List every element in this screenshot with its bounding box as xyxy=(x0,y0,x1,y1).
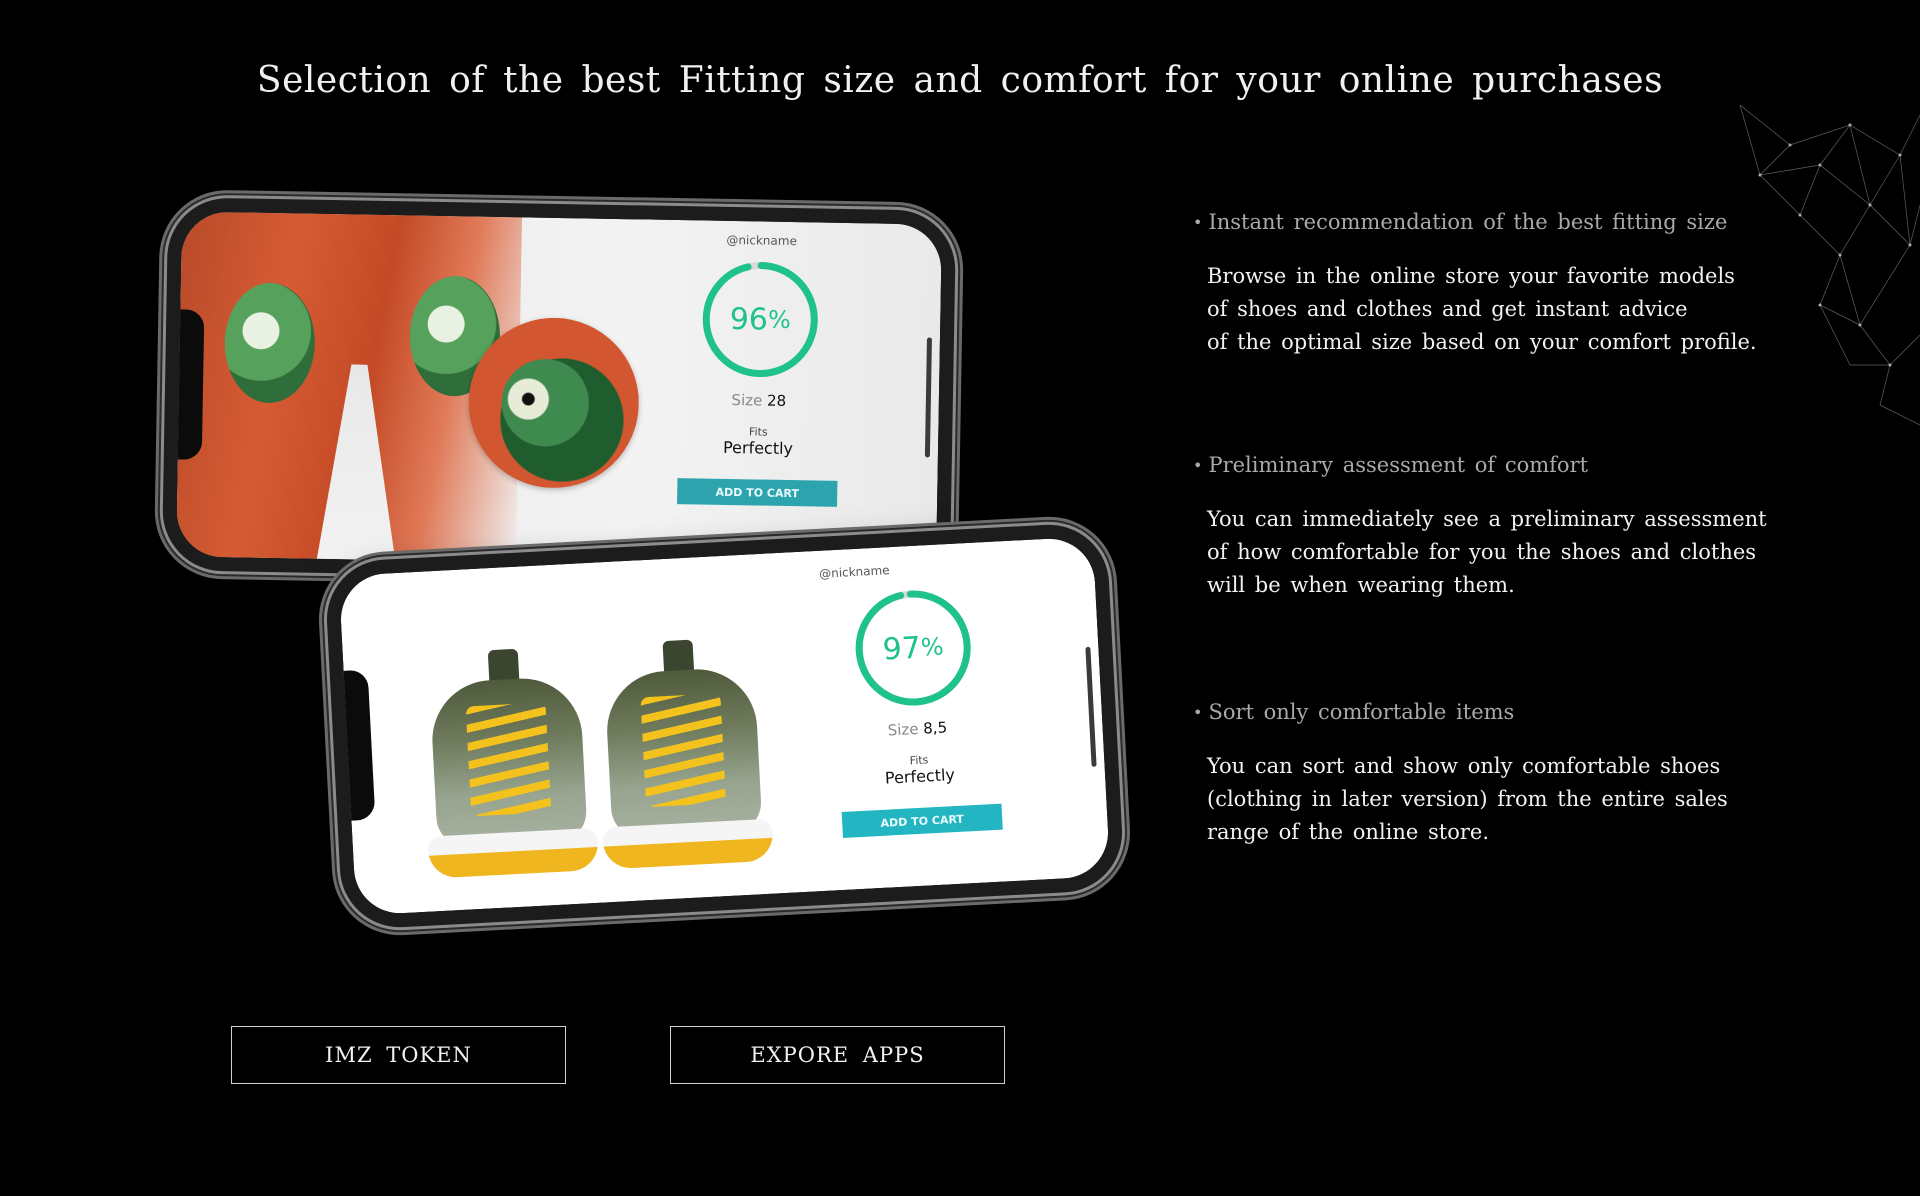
explore-apps-button[interactable]: EXPORE APPS xyxy=(670,1026,1005,1084)
fit-panel: @nickname 97% Size 8,5 Fits Perfectly AD… xyxy=(819,558,1003,838)
bullet-icon: • xyxy=(1193,455,1203,475)
feature-title: • Preliminary assessment of comfort xyxy=(1193,453,1589,477)
sneaker-left xyxy=(418,645,600,894)
feature-item: • Instant recommendation of the best fit… xyxy=(1193,210,1757,359)
phone-screen: @nickname 97% Size 8,5 Fits Perfectly AD… xyxy=(338,536,1111,916)
comfort-ring: 97% xyxy=(848,583,978,713)
size-line: Size 8,5 xyxy=(887,718,948,740)
size-value: 8,5 xyxy=(922,718,948,738)
imz-token-button[interactable]: IMZ TOKEN xyxy=(231,1026,566,1084)
size-line: Size 28 xyxy=(731,391,787,410)
bullet-icon: • xyxy=(1193,212,1203,232)
feature-body: You can sort and show only comfortable s… xyxy=(1207,754,1728,844)
page-headline: Selection of the best Fitting size and c… xyxy=(256,60,1664,101)
sneaker-right xyxy=(593,636,775,885)
fish-embroidery xyxy=(223,282,316,404)
comfort-ring: 96% xyxy=(697,256,823,382)
add-to-cart-button[interactable]: ADD TO CART xyxy=(677,478,838,507)
network-graphic xyxy=(1739,105,1920,426)
feature-title: • Sort only comfortable items xyxy=(1193,700,1515,724)
feature-body: You can immediately see a preliminary as… xyxy=(1207,507,1767,597)
fits-value: Perfectly xyxy=(722,437,794,459)
comfort-percent: 97% xyxy=(881,630,945,668)
phone-notch xyxy=(175,308,205,460)
fabric-zoom-detail xyxy=(467,316,641,490)
nickname: @nickname xyxy=(818,563,890,581)
feature-item: • Sort only comfortable items You can so… xyxy=(1193,700,1728,849)
phone-screen: @nickname 96% Size 28 Fits Perfectly ADD… xyxy=(176,211,942,570)
bullet-icon: • xyxy=(1193,702,1203,722)
fit-panel: @nickname 96% Size 28 Fits Perfectly ADD… xyxy=(677,232,842,507)
size-value: 28 xyxy=(766,391,787,410)
phone-side-bar xyxy=(1085,646,1097,767)
add-to-cart-button[interactable]: ADD TO CART xyxy=(841,803,1003,838)
feature-title: • Instant recommendation of the best fit… xyxy=(1193,210,1728,234)
phone-mockup-pants: @nickname 96% Size 28 Fits Perfectly ADD… xyxy=(161,197,957,584)
comfort-percent: 96% xyxy=(729,301,792,338)
feature-body: Browse in the online store your favorite… xyxy=(1207,264,1757,354)
phone-mockup-sneakers: @nickname 97% Size 8,5 Fits Perfectly AD… xyxy=(323,521,1126,931)
nickname: @nickname xyxy=(726,232,798,249)
phone-side-bar xyxy=(924,336,932,457)
feature-item: • Preliminary assessment of comfort You … xyxy=(1193,453,1767,602)
